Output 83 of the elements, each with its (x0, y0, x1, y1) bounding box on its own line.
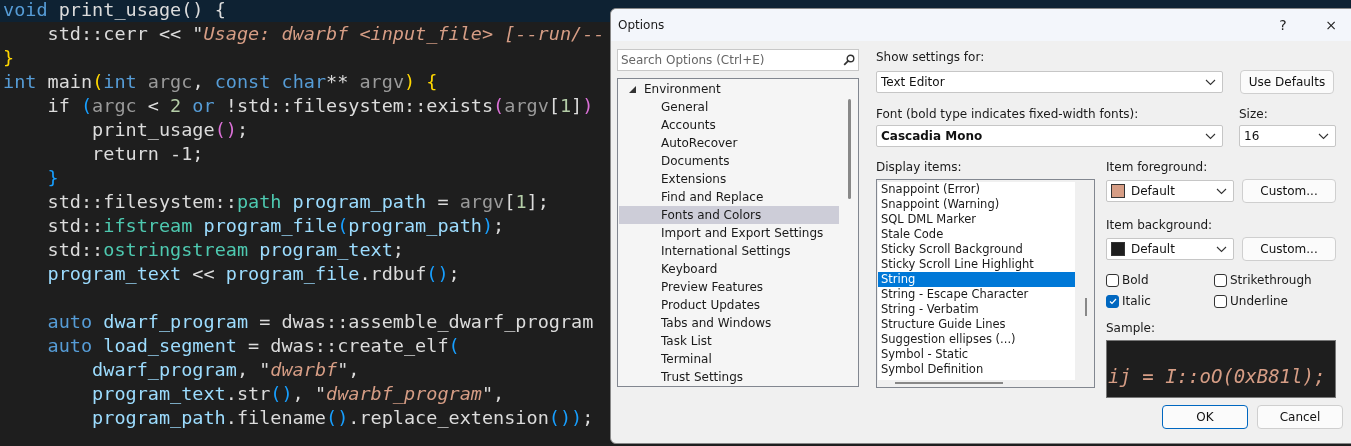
code-line: return -1; (91, 142, 205, 166)
style-checkbox[interactable]: Bold (1106, 273, 1214, 287)
font-dropdown[interactable]: Cascadia Mono (876, 125, 1223, 147)
list-item[interactable]: Sticky Scroll Background (878, 242, 1075, 257)
field-label: Show settings for: (876, 49, 986, 65)
tree-item[interactable]: Documents (619, 152, 839, 170)
scrollbar-thumb[interactable] (848, 99, 851, 199)
scrollbar-thumb[interactable] (895, 382, 1003, 384)
expanded-icon[interactable] (629, 85, 636, 93)
list-item[interactable]: String (878, 272, 1075, 287)
code-line: int main(int argc, const char** argv) { (2, 70, 439, 94)
tree-item[interactable]: Preview Features (619, 278, 839, 296)
chevron-down-icon (1205, 78, 1216, 86)
list-item[interactable]: Symbol - Static (878, 347, 1075, 362)
code-line: std::cerr << "Usage: dwarbf <input_file> [--run/-- (46, 22, 603, 46)
checkbox[interactable] (1214, 294, 1227, 308)
code-line: program_text << program_file.rdbuf(); (46, 262, 461, 286)
field-label: Item background: (1106, 217, 1214, 233)
code-line: std::ostringstream program_text; (46, 238, 405, 262)
code-line: auto dwarf_program = dwas::assemble_dwarf_program (46, 310, 595, 334)
style-checkbox[interactable]: Underline (1214, 294, 1334, 308)
use-defaults-button[interactable]: Use Defaults (1240, 70, 1334, 94)
list-item[interactable]: String - Escape Character (878, 287, 1075, 302)
list-item[interactable]: Suggestion ellipses (...) (878, 332, 1075, 347)
list-item[interactable]: Snappoint (Error) (878, 182, 1075, 197)
field-label: Font (bold type indicates fixed-width fonts): (876, 106, 1140, 122)
code-line: print_usage(); (91, 118, 250, 142)
code-line: std::filesystem::path program_path = argv[1]; (46, 190, 550, 214)
tree-item[interactable]: Trust Settings (619, 368, 839, 386)
list-item[interactable]: String - Verbatim (878, 302, 1075, 317)
tree-item[interactable]: International Settings (619, 242, 839, 260)
list-item[interactable]: SQL DML Marker (878, 212, 1075, 227)
tree-item[interactable]: General (619, 98, 839, 116)
size-dropdown[interactable]: 16 (1239, 125, 1336, 147)
list-item[interactable]: Structure Guide Lines (878, 317, 1075, 332)
style-checkbox[interactable]: Strikethrough (1214, 273, 1334, 287)
code-line: dwarf_program, "dwarbf", (91, 358, 361, 382)
style-checkbox[interactable]: Italic (1106, 294, 1214, 308)
code-line: std::ifstream program_file(program_path); (46, 214, 506, 238)
settings-dropdown[interactable]: Text Editor (876, 71, 1223, 93)
custom-button[interactable]: Custom... (1242, 179, 1336, 203)
chevron-down-icon (1318, 132, 1329, 140)
tree-item[interactable]: Extensions (619, 170, 839, 188)
checkbox[interactable] (1214, 273, 1227, 287)
tree-item[interactable]: Tabs and Windows (619, 314, 839, 332)
tree-item[interactable]: AutoRecover (619, 134, 839, 152)
code-line: program_path.filename().replace_extension()); (91, 406, 595, 430)
search-icon (843, 54, 855, 66)
code-line: if (argc < 2 or !std::filesystem::exists(argv[1]) (46, 94, 595, 118)
field-label: Sample: (1106, 320, 1157, 336)
list-item[interactable]: Snappoint (Warning) (878, 197, 1075, 212)
search-field[interactable]: Search Options (Ctrl+E) (617, 49, 859, 71)
tree-item[interactable]: Environment (619, 80, 839, 98)
ok-button[interactable]: OK (1162, 405, 1248, 429)
code-line: auto load_segment = dwas::create_elf( (46, 334, 461, 358)
field-label: Display items: (876, 159, 963, 175)
scrollbar-thumb[interactable] (1085, 298, 1087, 316)
foreground-dropdown[interactable]: Default (1106, 180, 1234, 202)
tree-item[interactable]: Keyboard (619, 260, 839, 278)
list-item[interactable]: Stale Code (878, 227, 1075, 242)
checkbox[interactable] (1106, 273, 1119, 287)
tree-item[interactable]: Task List (619, 332, 839, 350)
list-item[interactable]: Sticky Scroll Line Highlight (878, 257, 1075, 272)
code-line: } (2, 46, 16, 70)
code-line: } (46, 166, 60, 190)
cancel-button[interactable]: Cancel (1257, 405, 1343, 429)
code-line: program_text.str(), "dwarbf_program", (91, 382, 506, 406)
list-item[interactable]: Symbol Definition (878, 362, 1075, 377)
tree-item[interactable]: Fonts and Colors (619, 206, 839, 224)
tree-item[interactable]: Product Updates (619, 296, 839, 314)
chevron-down-icon (1216, 245, 1227, 253)
sample-preview: ij = I::oO(0xB81l); (1106, 340, 1336, 398)
tree-item[interactable]: Terminal (619, 350, 839, 368)
chevron-down-icon (1216, 187, 1227, 195)
custom-button[interactable]: Custom... (1242, 237, 1336, 261)
checkbox[interactable] (1106, 294, 1119, 308)
background-dropdown[interactable]: Default (1106, 238, 1234, 260)
tree-item[interactable]: Import and Export Settings (619, 224, 839, 242)
field-label: Item foreground: (1106, 159, 1209, 175)
tree-item[interactable]: Find and Replace (619, 188, 839, 206)
field-label: Size: (1239, 106, 1268, 122)
chevron-down-icon (1205, 132, 1216, 140)
tree-item[interactable]: Accounts (619, 116, 839, 134)
